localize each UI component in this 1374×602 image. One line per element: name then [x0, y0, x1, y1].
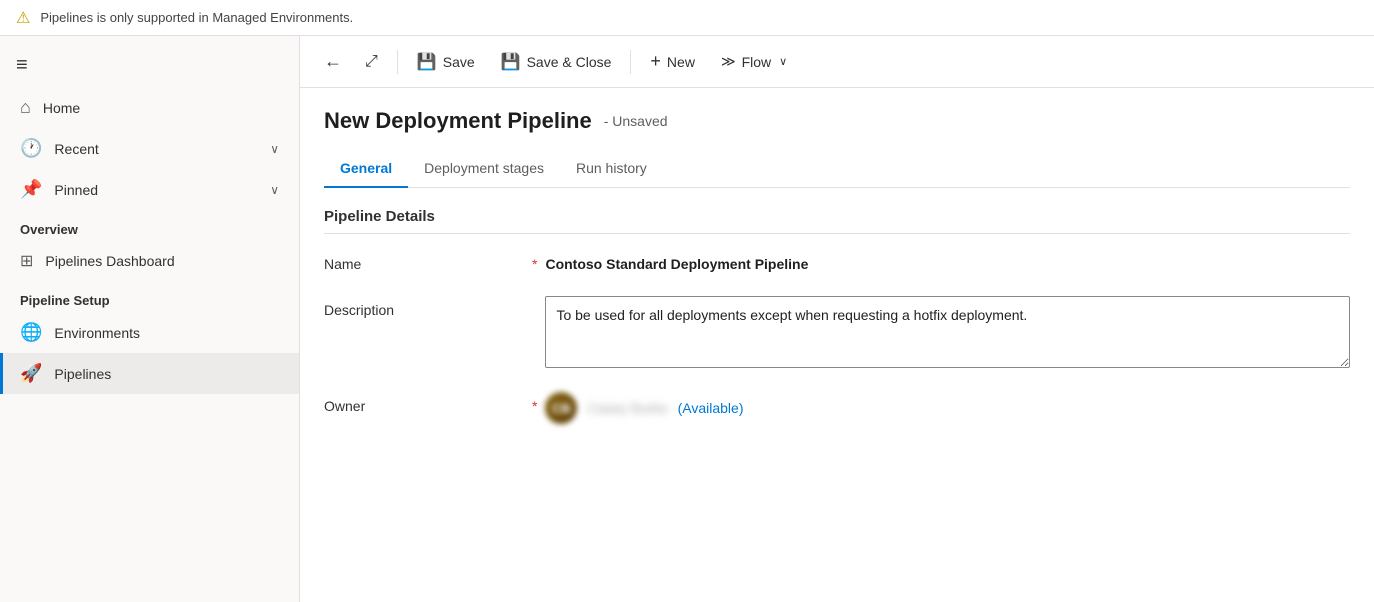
toolbar: ← ⤢ 💾 Save 💾 Save & Close + New ≫ Flow — [300, 36, 1374, 88]
new-label: New — [667, 54, 695, 70]
back-button[interactable]: ← — [316, 45, 350, 78]
back-icon: ← — [324, 51, 342, 72]
owner-name: Casey Burke — [587, 400, 667, 416]
main-content: ← ⤢ 💾 Save 💾 Save & Close + New ≫ Flow — [300, 36, 1374, 602]
dashboard-icon: ⊞ — [20, 251, 33, 271]
owner-required: * — [532, 392, 537, 414]
sidebar-item-label: Recent — [54, 141, 98, 157]
tab-run-history[interactable]: Run history — [560, 150, 663, 188]
owner-value-row: CB Casey Burke (Available) — [545, 392, 743, 424]
sidebar-item-label: Pipelines — [54, 366, 111, 382]
sidebar-item-label: Pipelines Dashboard — [45, 253, 174, 269]
owner-label: Owner — [324, 392, 524, 414]
sidebar-item-home[interactable]: ⌂ Home — [0, 87, 299, 128]
page-subtitle: - Unsaved — [604, 113, 668, 129]
name-value: Contoso Standard Deployment Pipeline — [545, 250, 1350, 272]
page-title: New Deployment Pipeline — [324, 108, 592, 134]
save-close-icon: 💾 — [501, 52, 521, 72]
name-required: * — [532, 250, 537, 272]
overview-section-label: Overview — [0, 210, 299, 241]
save-button[interactable]: 💾 Save — [406, 45, 486, 79]
tab-deployment-stages[interactable]: Deployment stages — [408, 150, 560, 188]
save-close-button[interactable]: 💾 Save & Close — [490, 45, 623, 79]
hamburger-icon: ≡ — [16, 54, 28, 76]
sidebar-item-pipelines[interactable]: 🚀 Pipelines — [0, 353, 299, 394]
toolbar-separator — [397, 50, 398, 74]
save-icon: 💾 — [417, 52, 437, 72]
toolbar-separator-2 — [630, 50, 631, 74]
recent-icon: 🕐 — [20, 138, 42, 159]
home-icon: ⌂ — [20, 97, 31, 118]
pin-icon: 📌 — [20, 179, 42, 200]
sidebar-item-environments[interactable]: 🌐 Environments — [0, 312, 299, 353]
layout: ≡ ⌂ Home 🕐 Recent ∨ 📌 Pinned ∨ Overview … — [0, 36, 1374, 602]
sidebar-item-pipelines-dashboard[interactable]: ⊞ Pipelines Dashboard — [0, 241, 299, 281]
flow-chevron-icon: ∨ — [779, 55, 787, 68]
name-label: Name — [324, 250, 524, 272]
save-label: Save — [443, 54, 475, 70]
plus-icon: + — [650, 51, 661, 72]
sidebar-item-label: Environments — [54, 325, 140, 341]
avatar: CB — [545, 392, 577, 424]
flow-label: Flow — [742, 54, 772, 70]
sidebar-item-label: Home — [43, 100, 80, 116]
page-content: New Deployment Pipeline - Unsaved Genera… — [300, 88, 1374, 602]
expand-button[interactable]: ⤢ — [354, 46, 389, 78]
banner-text: Pipelines is only supported in Managed E… — [40, 10, 353, 25]
globe-icon: 🌐 — [20, 322, 42, 343]
flow-button[interactable]: ≫ Flow ∨ — [710, 46, 798, 77]
chevron-down-icon: ∨ — [270, 183, 279, 197]
description-label: Description — [324, 296, 524, 318]
description-form-row: Description * To be used for all deploym… — [324, 296, 1350, 368]
name-form-row: Name * Contoso Standard Deployment Pipel… — [324, 250, 1350, 272]
expand-icon: ⤢ — [365, 53, 378, 71]
description-textarea[interactable]: To be used for all deployments except wh… — [545, 296, 1350, 368]
sidebar-item-recent[interactable]: 🕐 Recent ∨ — [0, 128, 299, 169]
tabs-container: General Deployment stages Run history — [324, 150, 1350, 188]
top-banner: ⚠ Pipelines is only supported in Managed… — [0, 0, 1374, 36]
chevron-down-icon: ∨ — [270, 142, 279, 156]
new-button[interactable]: + New — [639, 44, 706, 79]
pipeline-setup-section-label: Pipeline Setup — [0, 281, 299, 312]
warning-icon: ⚠ — [16, 8, 30, 28]
page-title-row: New Deployment Pipeline - Unsaved — [324, 108, 1350, 134]
pipeline-icon: 🚀 — [20, 363, 42, 384]
sidebar-item-pinned[interactable]: 📌 Pinned ∨ — [0, 169, 299, 210]
owner-status: (Available) — [678, 400, 744, 416]
hamburger-menu[interactable]: ≡ — [0, 44, 299, 87]
flow-icon: ≫ — [721, 53, 736, 70]
sidebar: ≡ ⌂ Home 🕐 Recent ∨ 📌 Pinned ∨ Overview … — [0, 36, 300, 602]
owner-form-row: Owner * CB Casey Burke (Available) — [324, 392, 1350, 424]
section-title: Pipeline Details — [324, 208, 1350, 234]
sidebar-item-label: Pinned — [54, 182, 98, 198]
tab-general[interactable]: General — [324, 150, 408, 188]
save-close-label: Save & Close — [527, 54, 612, 70]
